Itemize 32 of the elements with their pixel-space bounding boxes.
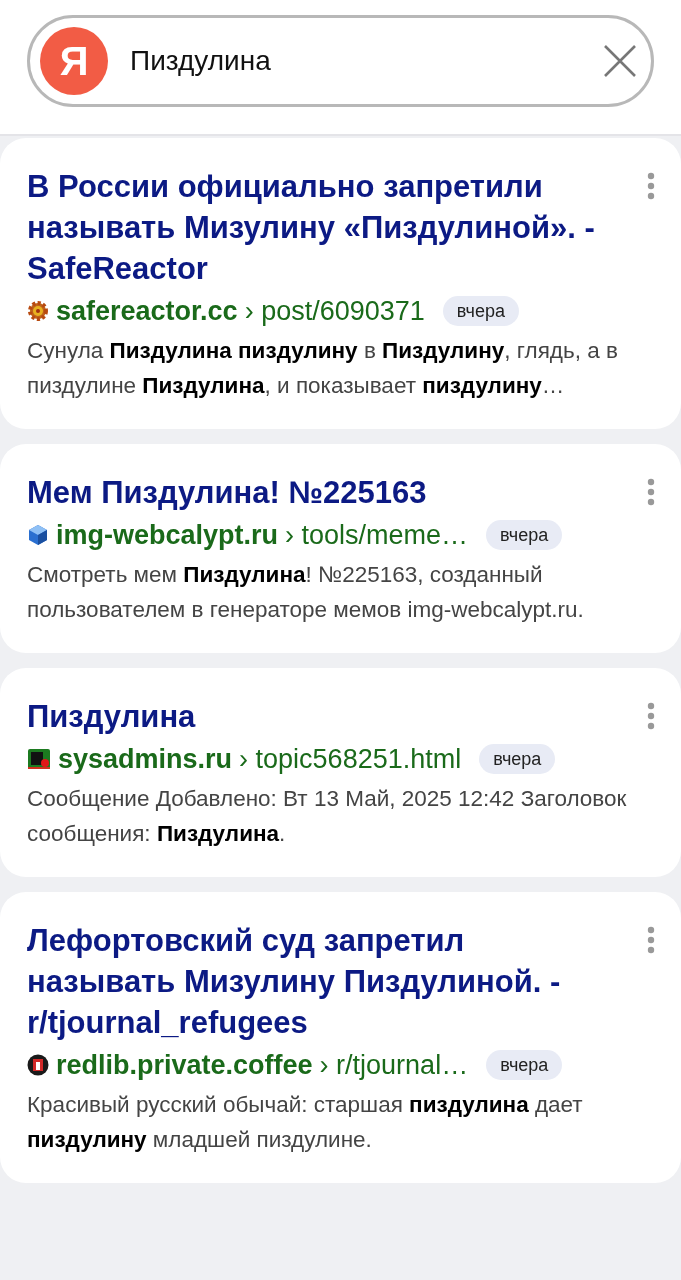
result-title[interactable]: В России официально запретили называть Мизулину «Пиздулиной». - SafeReactor [27,166,615,289]
url-path: › post/6090371 [244,295,425,328]
close-icon[interactable] [603,44,637,78]
more-icon[interactable] [647,172,655,200]
site-link[interactable]: redlib.private.coffee [56,1047,313,1083]
query-text: Пиздулина [130,45,272,77]
url-path: › r/tjournal… [319,1049,469,1082]
result-title[interactable]: Пиздулина [27,696,615,737]
site-link[interactable]: safereactor.cc [56,293,238,329]
more-icon[interactable] [647,702,655,730]
url-path: › tools/meme… [285,519,469,552]
search-field[interactable]: Я Пиздулина [27,15,654,107]
result-snippet: Красивый русский обычай: старшая пиздулина дает пиздулину младшей пиздулине. [27,1091,584,1154]
url-path: › topic568251.html [239,743,462,776]
square-icon [27,748,51,770]
result-snippet: Сообщение Добавлено: Вт 13 Май, 2025 12:42 Заголовок сообщения: Пиздулина. [27,785,628,848]
site-link[interactable]: sysadmins.ru [58,741,233,777]
cube-icon [27,524,49,546]
circle-icon [27,1054,49,1076]
logo: Я [40,27,108,95]
result-snippet: Сунула Пиздулина пиздулину в Пиздулину, глядь, а в пиздулине Пиздулина, и показывает пиздулину… [27,337,619,400]
site-link[interactable]: img-webcalypt.ru [56,517,279,553]
gear-icon [27,300,49,322]
date-badge: вчера [479,744,556,774]
result-snippet: Смотреть мем Пиздулина! №225163, созданный пользователем в генераторе мемов img-webcalypt.ru. [27,561,585,624]
date-badge: вчера [486,520,563,550]
date-badge: вчера [442,296,519,326]
result-title[interactable]: Мем Пиздулина! №225163 [27,472,615,513]
date-badge: вчера [486,1050,563,1080]
result-title[interactable]: Лефортовский суд запретил называть Мизулину Пиздулиной. - r/tjournal_refugees [27,920,615,1043]
more-icon[interactable] [647,478,655,506]
more-icon[interactable] [647,926,655,954]
